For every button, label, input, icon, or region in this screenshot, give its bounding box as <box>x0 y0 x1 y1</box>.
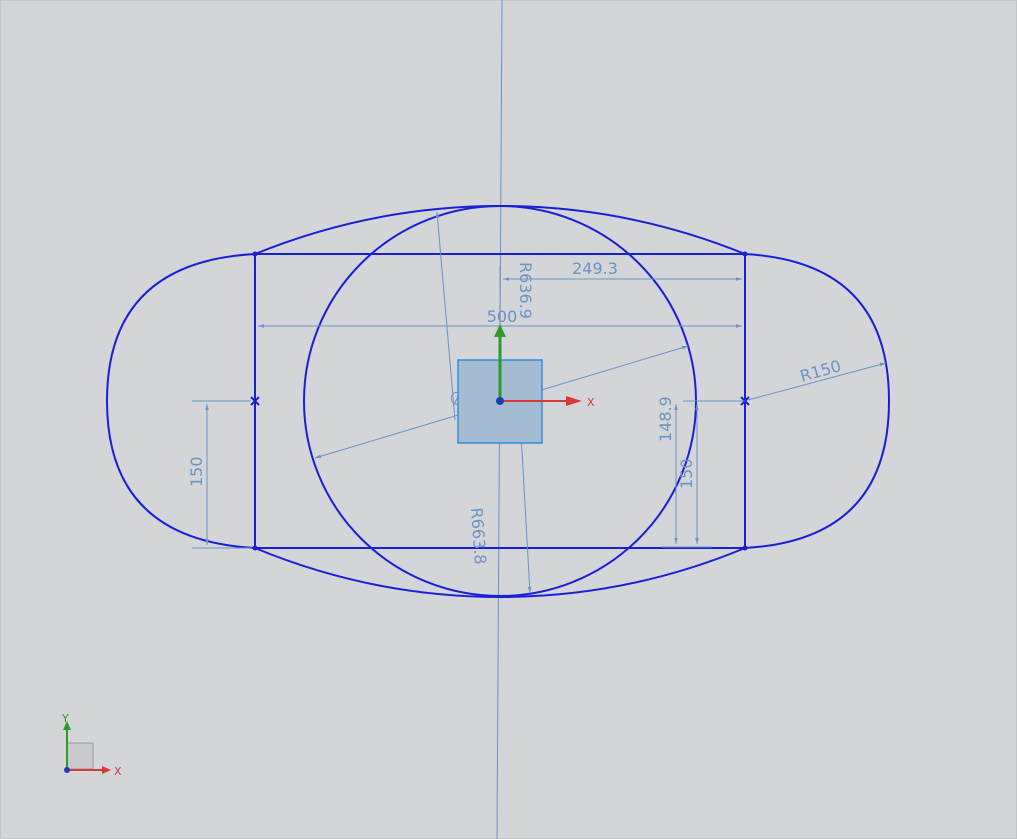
corner-point[interactable] <box>742 251 748 257</box>
graphics-viewport[interactable]: 500 249.3 R636.9 R663.8 R150 400 150 148… <box>0 0 1017 839</box>
dim-left-height-text[interactable]: 150 <box>187 456 206 487</box>
origin-x-label: X <box>587 396 595 409</box>
corner-point[interactable] <box>252 545 258 551</box>
corner-point[interactable] <box>252 251 258 257</box>
dim-offset-text[interactable]: 249.3 <box>572 259 618 278</box>
origin-point[interactable] <box>496 397 504 405</box>
triad-x-label: X <box>114 765 122 778</box>
dim-radius-top-text[interactable]: R636.9 <box>516 262 535 319</box>
dim-radius-bottom-text[interactable]: R663.8 <box>467 507 490 565</box>
sketch-canvas[interactable]: 500 249.3 R636.9 R663.8 R150 400 150 148… <box>0 0 1017 839</box>
triad-origin <box>64 767 70 773</box>
triad-plane <box>66 742 94 770</box>
dim-right-inner-text[interactable]: 148.9 <box>656 396 675 442</box>
dim-right-outer-text[interactable]: 150 <box>677 458 696 489</box>
corner-point[interactable] <box>742 545 748 551</box>
dim-width-text[interactable]: 500 <box>487 307 518 326</box>
triad-y-label: Y <box>61 712 69 725</box>
